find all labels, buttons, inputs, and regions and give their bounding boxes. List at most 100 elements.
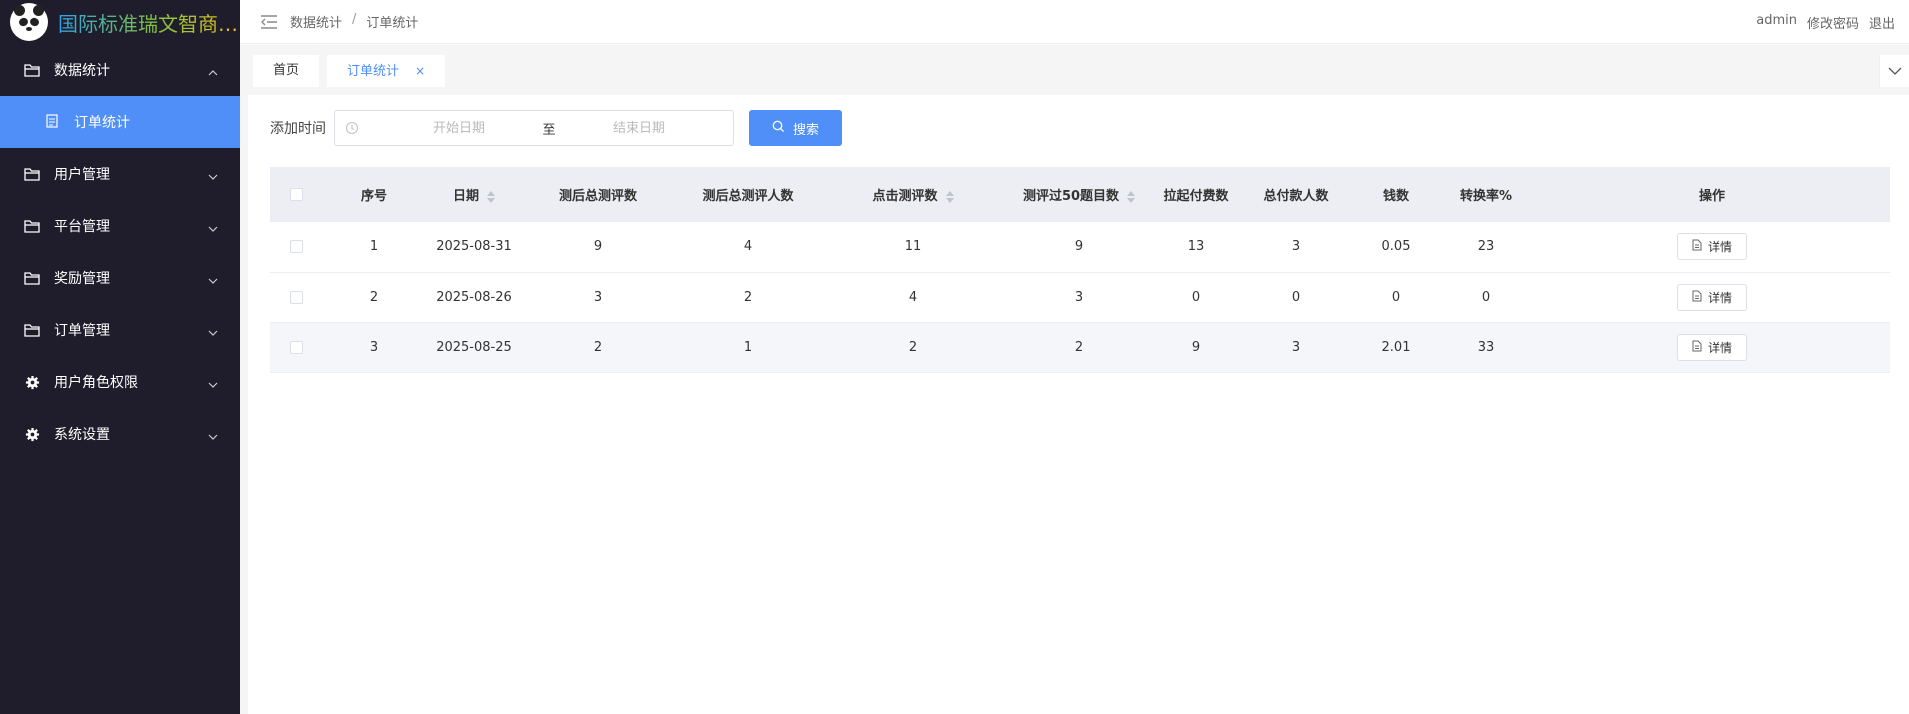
table-cell: 0 [1354,272,1438,323]
sidebar-item-system-settings[interactable]: 系统设置 [0,408,240,460]
document-icon [1692,290,1702,305]
sidebar-item-order-mgmt[interactable]: 订单管理 [0,304,240,356]
sidebar-subitem-label: 订单统计 [74,115,130,131]
collapse-menu-icon[interactable] [260,14,278,29]
column-header: 测后总测评数 [522,167,674,222]
detail-button[interactable]: 详情 [1676,333,1747,361]
table-row: 1 2025-08-31 9 4 11 9 13 3 0.05 23 详情 [270,222,1890,273]
column-header: 钱数 [1354,167,1438,222]
column-header-sortable[interactable]: 测评过50题目数 [1004,167,1154,222]
table-cell: 0 [1238,272,1354,323]
table-cell: 3 [322,322,426,373]
table-cell: 2025-08-26 [426,272,522,323]
start-date-input[interactable] [389,120,529,136]
brand-title: 国际标准瑞文智商测评 [58,8,240,37]
folder-icon [24,166,40,182]
search-icon [772,120,785,136]
chevron-down-icon [1888,63,1902,79]
table-cell: 9 [1004,222,1154,273]
detail-button-label: 详情 [1707,340,1732,355]
brand[interactable]: 国际标准瑞文智商测评 [0,0,240,44]
tags-dropdown[interactable] [1879,55,1909,87]
row-checkbox[interactable] [289,240,303,254]
table-cell: 2025-08-31 [426,222,522,273]
action-cell: 详情 [1534,322,1890,373]
sort-icon[interactable] [1127,190,1136,203]
table-cell: 4 [822,272,1004,323]
breadcrumb-separator: / [352,12,357,27]
row-checkbox-cell [270,272,322,323]
panda-logo-icon [10,3,48,41]
breadcrumb-item-current: 订单统计 [366,16,419,31]
date-range-picker[interactable]: 至 [334,110,734,146]
logout-link[interactable]: 退出 [1869,13,1895,32]
order-stats-table: 序号 日期 测后总测评数 测后总测评人数 点击测评数 测评过50题目数 拉起付费… [270,167,1890,373]
table-cell: 3 [1004,272,1154,323]
table-cell: 1 [674,322,822,373]
table-row: 3 2025-08-25 2 1 2 2 9 3 2.01 33 详情 [270,322,1890,373]
select-all-checkbox-cell [270,167,322,222]
table-cell: 11 [822,222,1004,273]
table-cell: 2025-08-25 [426,322,522,373]
sidebar-item-data-stats[interactable]: 数据统计 [0,44,240,96]
column-header: 拉起付费数 [1154,167,1238,222]
tag-order-stats[interactable]: 订单统计 × [327,55,446,87]
breadcrumb-item[interactable]: 数据统计 [290,12,342,31]
sidebar-item-user-mgmt[interactable]: 用户管理 [0,148,240,200]
sidebar-item-role-permissions[interactable]: 用户角色权限 [0,356,240,408]
chevron-down-icon [208,428,218,444]
folder-icon [24,322,40,338]
table-cell: 0 [1438,272,1534,323]
column-header-label: 日期 [452,189,479,204]
sidebar-item-label: 订单管理 [54,323,110,339]
sort-icon[interactable] [487,190,495,203]
document-icon [1692,340,1702,355]
username[interactable]: admin [1756,13,1797,32]
sort-icon[interactable] [945,190,954,203]
table-cell: 2 [674,272,822,323]
table-cell: 4 [674,222,822,273]
chevron-down-icon [208,376,218,392]
breadcrumb: 数据统计 / 订单统计 [290,12,418,31]
detail-button-label: 详情 [1707,240,1732,255]
table-cell: 9 [1154,322,1238,373]
folder-icon [24,62,40,78]
sidebar-item-label: 用户管理 [54,167,110,183]
action-cell: 详情 [1534,272,1890,323]
column-header-sortable[interactable]: 日期 [426,167,522,222]
table-cell: 1 [322,222,426,273]
document-icon [46,114,60,130]
change-password-link[interactable]: 修改密码 [1807,13,1859,32]
end-date-input[interactable] [569,120,709,136]
row-checkbox[interactable] [289,290,303,304]
tag-label: 首页 [273,63,300,78]
filter-bar: 添加时间 至 搜索 [270,110,842,146]
row-checkbox[interactable] [289,340,303,354]
sidebar-subitem-order-stats[interactable]: 订单统计 [0,96,240,148]
sidebar-item-label: 用户角色权限 [54,375,138,391]
tag-home[interactable]: 首页 [253,55,320,87]
table-cell: 3 [522,272,674,323]
sidebar-item-platform-mgmt[interactable]: 平台管理 [0,200,240,252]
column-header-sortable[interactable]: 点击测评数 [822,167,1004,222]
range-separator: 至 [542,122,556,138]
table-cell: 0.05 [1354,222,1438,273]
detail-button[interactable]: 详情 [1676,283,1747,311]
search-button[interactable]: 搜索 [749,110,842,146]
table-cell: 33 [1438,322,1534,373]
table-cell: 3 [1238,222,1354,273]
table-cell: 2 [322,272,426,323]
column-header: 总付款人数 [1238,167,1354,222]
folder-icon [24,270,40,286]
clock-icon [345,121,359,135]
sidebar-item-label: 平台管理 [54,219,110,235]
select-all-checkbox[interactable] [289,188,303,201]
detail-button[interactable]: 详情 [1676,233,1747,261]
top-header: 数据统计 / 订单统计 admin 修改密码 退出 [240,0,1909,44]
sidebar-item-label: 系统设置 [54,427,110,443]
row-checkbox-cell [270,322,322,373]
sidebar-item-reward-mgmt[interactable]: 奖励管理 [0,252,240,304]
filter-label: 添加时间 [270,121,326,137]
column-header: 操作 [1534,167,1890,222]
close-icon[interactable]: × [415,64,425,78]
